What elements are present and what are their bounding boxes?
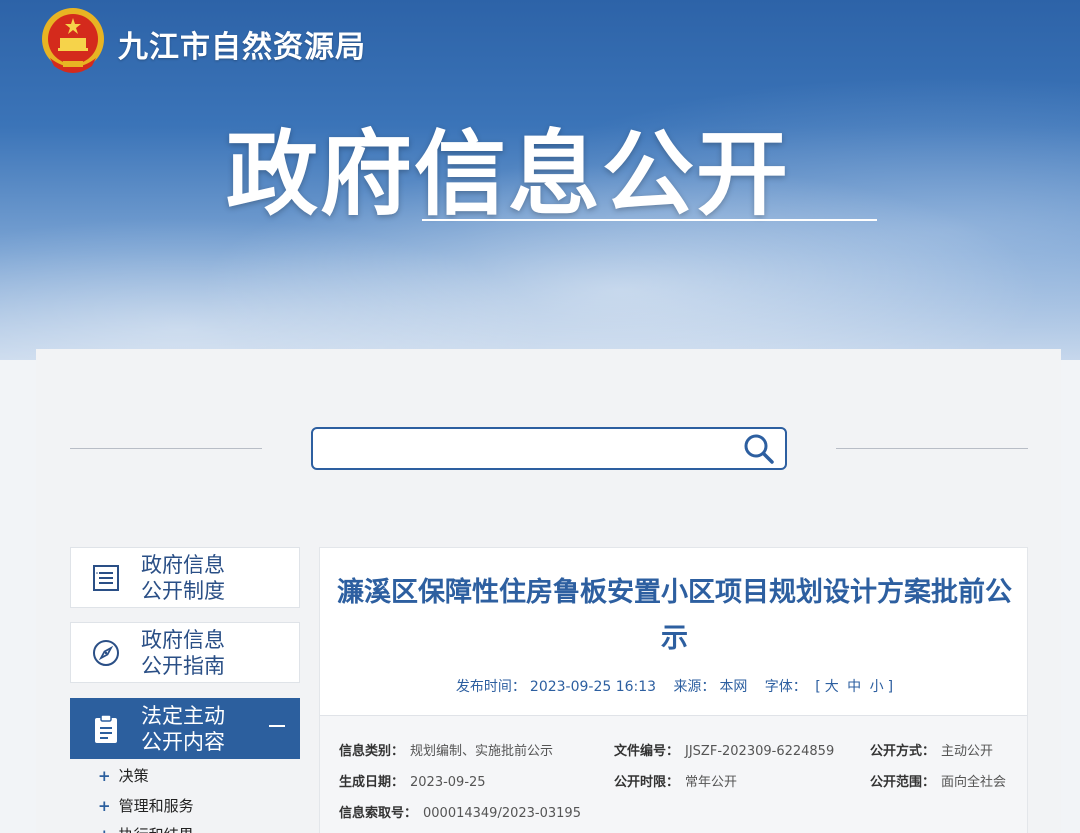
- info-value: 主动公开: [941, 744, 994, 759]
- info-value: JJSZF-202309-6224859: [685, 744, 835, 759]
- plus-icon: +: [98, 796, 111, 815]
- font-size-label: 字体：: [764, 679, 807, 695]
- sidebar-subitem-label: 决策: [118, 767, 149, 785]
- site-name: 九江市自然资源局: [118, 30, 366, 65]
- font-size-medium-button[interactable]: 中: [847, 679, 861, 695]
- sidebar-subitem-label: 管理和服务: [118, 797, 194, 815]
- info-label: 生成日期：: [339, 775, 405, 790]
- sidebar-subitem-execution[interactable]: + 执行和结果: [98, 824, 194, 833]
- info-index-number: 信息索取号： 000014349/2023-03195: [339, 802, 581, 821]
- compass-icon: [93, 639, 119, 666]
- font-size-small-button[interactable]: 小: [870, 679, 884, 695]
- font-size-bracket-open: [: [815, 679, 821, 695]
- source-value: 本网: [719, 679, 748, 695]
- source-label: 来源：: [673, 679, 716, 695]
- sidebar-item-disclosure-system[interactable]: 政府信息 公开制度: [70, 547, 300, 608]
- info-value: 2023-09-25: [410, 775, 486, 790]
- search-icon: [744, 434, 774, 464]
- info-period: 公开时限： 常年公开: [614, 771, 737, 790]
- article-title: 濂溪区保障性住房鲁板安置小区项目规划设计方案批前公示: [337, 577, 1012, 654]
- sidebar-label-line2: 公开制度: [141, 578, 225, 603]
- info-value: 面向全社会: [941, 775, 1007, 790]
- font-size-bracket-close: ]: [887, 679, 894, 695]
- info-category: 信息类别： 规划编制、实施批前公示: [339, 740, 553, 759]
- sidebar-subitem-label: 执行和结果: [119, 824, 194, 833]
- info-date: 生成日期： 2023-09-25: [339, 771, 486, 790]
- sidebar-item-label: 法定主动 公开内容: [141, 703, 251, 755]
- national-emblem-icon: [42, 8, 104, 73]
- search-divider-right: [836, 448, 1028, 449]
- publish-time-label: 发布时间：: [455, 679, 526, 695]
- info-value: 000014349/2023-03195: [423, 806, 581, 821]
- info-open-mode: 公开方式： 主动公开: [870, 740, 993, 759]
- sidebar-label-line1: 政府信息: [141, 627, 225, 652]
- info-doc-number: 文件编号： JJSZF-202309-6224859: [614, 740, 834, 759]
- article-meta: 发布时间： 2023-09-25 16:13 来源： 本网 字体： [大 中 小]: [320, 676, 1029, 696]
- info-label: 公开方式：: [870, 744, 936, 759]
- sidebar-label-line2: 公开内容: [141, 729, 225, 754]
- info-label: 文件编号：: [614, 744, 680, 759]
- info-label: 公开时限：: [614, 775, 680, 790]
- search-input[interactable]: [313, 429, 733, 468]
- sidebar-label-line1: 法定主动: [141, 703, 225, 728]
- sidebar-item-mandatory-content[interactable]: 法定主动 公开内容: [70, 698, 300, 759]
- font-size-large-button[interactable]: 大: [825, 679, 839, 695]
- info-label: 公开范围：: [870, 775, 936, 790]
- sidebar-item-disclosure-guide[interactable]: 政府信息 公开指南: [70, 622, 300, 683]
- info-metadata-box: 信息类别： 规划编制、实施批前公示 文件编号： JJSZF-202309-62248…: [320, 715, 1027, 833]
- search-bar: [311, 427, 787, 470]
- sidebar-subitem-management[interactable]: + 管理和服务: [98, 795, 194, 816]
- collapse-icon[interactable]: [269, 725, 285, 727]
- publish-time: 2023-09-25 16:13: [529, 679, 657, 695]
- info-label: 信息类别：: [339, 744, 405, 759]
- info-value: 规划编制、实施批前公示: [410, 744, 554, 759]
- sidebar-label-line1: 政府信息: [141, 552, 225, 577]
- sidebar-label-line2: 公开指南: [141, 653, 225, 678]
- plus-icon: +: [98, 826, 111, 833]
- sidebar-item-label: 政府信息 公开指南: [141, 627, 251, 679]
- search-divider-left: [70, 448, 262, 449]
- hero-underline: [422, 219, 877, 221]
- hero-title: 政府信息公开: [226, 121, 791, 228]
- info-scope: 公开范围： 面向全社会: [870, 771, 1006, 790]
- plus-icon: +: [98, 766, 111, 785]
- sidebar-subitem-decision[interactable]: + 决策: [98, 765, 149, 786]
- list-document-icon: [93, 564, 119, 591]
- header-banner: 九江市自然资源局 政府信息公开: [0, 0, 1080, 360]
- search-button[interactable]: [733, 429, 785, 468]
- sidebar-item-label: 政府信息 公开制度: [141, 552, 251, 604]
- info-value: 常年公开: [685, 775, 738, 790]
- info-label: 信息索取号：: [339, 806, 418, 821]
- clipboard-icon: [95, 713, 117, 743]
